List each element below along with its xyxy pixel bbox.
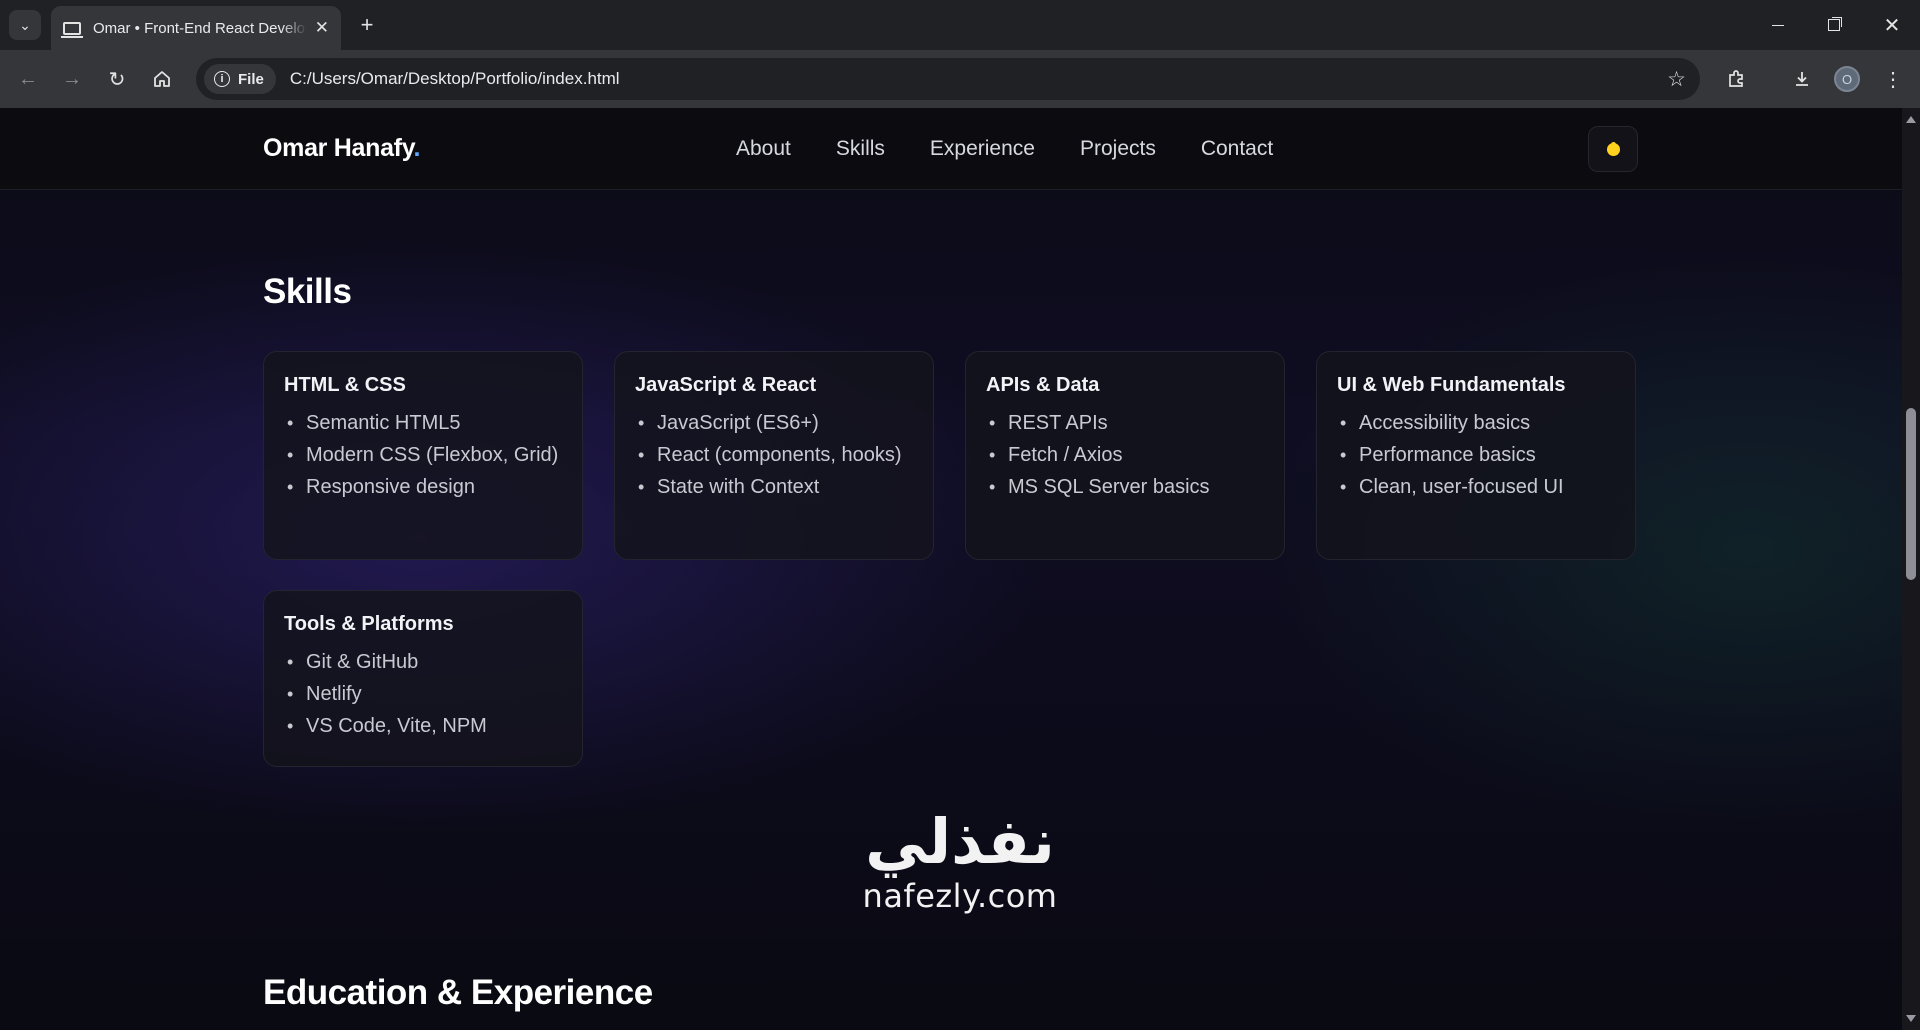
skill-item: Netlify — [284, 678, 562, 710]
star-icon[interactable]: ☆ — [1667, 67, 1686, 92]
scrollbar-thumb[interactable] — [1906, 408, 1916, 580]
skill-item: Fetch / Axios — [986, 439, 1264, 471]
skill-item: Responsive design — [284, 471, 562, 503]
browser-tab-bar: ⌄ Omar • Front-End React Developer ✕ + ✕ — [0, 0, 1920, 50]
skill-item: MS SQL Server basics — [986, 471, 1264, 503]
tab-search-icon[interactable]: ⌄ — [9, 10, 41, 40]
menu-icon[interactable]: ⋮ — [1878, 64, 1908, 94]
page-icon — [61, 21, 83, 38]
skill-item: JavaScript (ES6+) — [635, 407, 913, 439]
nav-experience[interactable]: Experience — [930, 137, 1035, 161]
watermark-arabic: نفذلي — [865, 805, 1055, 878]
education-title: Education & Experience — [263, 973, 653, 1012]
skill-card: Tools & Platforms Git & GitHub Netlify V… — [263, 590, 583, 767]
extensions-icon[interactable] — [1721, 64, 1751, 94]
skill-item: REST APIs — [986, 407, 1264, 439]
download-icon[interactable] — [1787, 64, 1817, 94]
tab-title: Omar • Front-End React Developer — [93, 19, 307, 37]
home-icon[interactable] — [147, 64, 177, 94]
skill-card: HTML & CSS Semantic HTML5 Modern CSS (Fl… — [263, 351, 583, 560]
skill-card: APIs & Data REST APIs Fetch / Axios MS S… — [965, 351, 1285, 560]
skill-item: Performance basics — [1337, 439, 1615, 471]
back-icon[interactable]: ← — [13, 64, 43, 94]
skill-card-title: JavaScript & React — [635, 374, 817, 396]
site-info-chip[interactable]: i File — [204, 64, 276, 94]
skill-item: Accessibility basics — [1337, 407, 1615, 439]
scroll-down-arrow[interactable] — [1906, 1015, 1916, 1022]
nav-skills[interactable]: Skills — [836, 137, 885, 161]
skill-card-title: HTML & CSS — [284, 374, 406, 396]
browser-toolbar: ← → ↻ i File C:/Users/Omar/Desktop/Portf… — [0, 50, 1920, 108]
skill-card-title: UI & Web Fundamentals — [1337, 374, 1566, 396]
skill-item: Git & GitHub — [284, 646, 562, 678]
skill-item: State with Context — [635, 471, 913, 503]
profile-avatar[interactable]: O — [1834, 66, 1860, 92]
brand-logo[interactable]: Omar Hanafy. — [263, 134, 420, 163]
maximize-icon[interactable] — [1806, 0, 1862, 50]
skill-item: React (components, hooks) — [635, 439, 913, 471]
site-header: Omar Hanafy. About Skills Experience Pro… — [0, 108, 1902, 190]
site-nav: About Skills Experience Projects Contact — [736, 137, 1273, 161]
reload-icon[interactable]: ↻ — [102, 64, 132, 94]
skill-item: VS Code, Vite, NPM — [284, 710, 562, 742]
address-bar[interactable]: i File C:/Users/Omar/Desktop/Portfolio/i… — [196, 58, 1700, 100]
watermark-latin: nafezly.com — [862, 877, 1058, 915]
close-icon[interactable]: ✕ — [315, 18, 329, 38]
theme-toggle-button[interactable] — [1588, 126, 1638, 172]
minimize-icon[interactable] — [1750, 0, 1806, 50]
nav-projects[interactable]: Projects — [1080, 137, 1156, 161]
skill-item: Clean, user-focused UI — [1337, 471, 1615, 503]
chip-label: File — [238, 70, 264, 88]
scroll-up-arrow[interactable] — [1906, 116, 1916, 123]
skill-item: Semantic HTML5 — [284, 407, 562, 439]
skill-card: UI & Web Fundamentals Accessibility basi… — [1316, 351, 1636, 560]
skill-card: JavaScript & React JavaScript (ES6+) Rea… — [614, 351, 934, 560]
watermark: نفذلي nafezly.com — [852, 805, 1068, 913]
nav-contact[interactable]: Contact — [1201, 137, 1273, 161]
browser-tab[interactable]: Omar • Front-End React Developer ✕ — [51, 6, 341, 50]
skill-card-title: APIs & Data — [986, 374, 1100, 396]
url-text[interactable]: C:/Users/Omar/Desktop/Portfolio/index.ht… — [290, 69, 620, 89]
nav-about[interactable]: About — [736, 137, 791, 161]
page-scrollbar[interactable] — [1902, 108, 1920, 1030]
skill-card-title: Tools & Platforms — [284, 613, 454, 635]
sun-icon — [1603, 139, 1623, 159]
new-tab-button[interactable]: + — [352, 10, 382, 40]
info-icon: i — [214, 71, 230, 87]
skill-item: Modern CSS (Flexbox, Grid) — [284, 439, 562, 471]
forward-icon[interactable]: → — [57, 64, 87, 94]
window-close-icon[interactable]: ✕ — [1864, 0, 1920, 50]
skills-title: Skills — [263, 272, 352, 311]
